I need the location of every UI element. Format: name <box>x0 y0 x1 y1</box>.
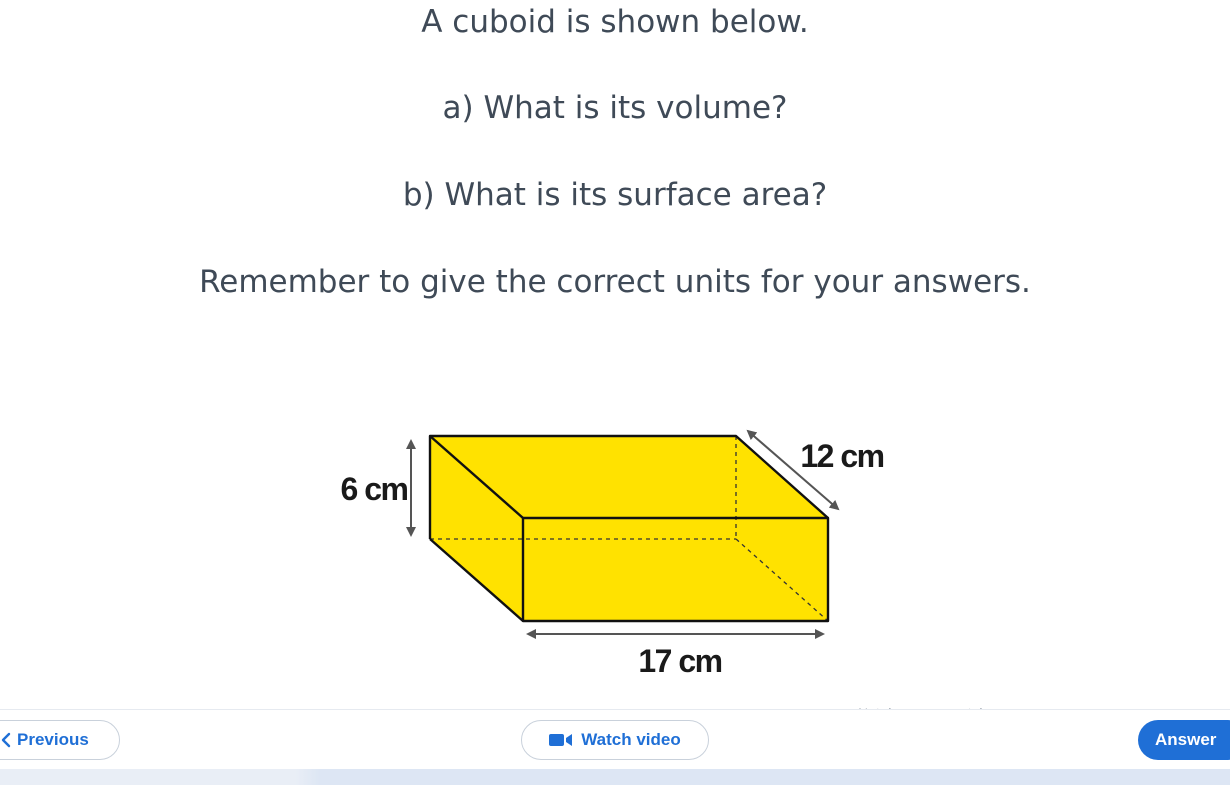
width-label: 17 cm <box>638 643 721 679</box>
height-label: 6 cm <box>341 471 408 507</box>
watch-video-label: Watch video <box>581 730 681 749</box>
watch-video-button[interactable]: Watch video <box>521 720 709 760</box>
previous-button-label: Previous <box>17 730 89 749</box>
video-camera-icon <box>549 733 573 747</box>
answer-button-label: Answer <box>1155 730 1217 749</box>
answer-button[interactable]: Answer <box>1138 720 1230 760</box>
chevron-left-icon <box>1 732 11 748</box>
cuboid-diagram: 6 cm 12 cm 17 cm <box>341 429 885 679</box>
previous-button[interactable]: Previous <box>0 720 120 760</box>
footer-strip <box>0 769 1230 785</box>
depth-label: 12 cm <box>800 438 883 474</box>
question-page: A cuboid is shown below. a) What is its … <box>0 0 1230 785</box>
